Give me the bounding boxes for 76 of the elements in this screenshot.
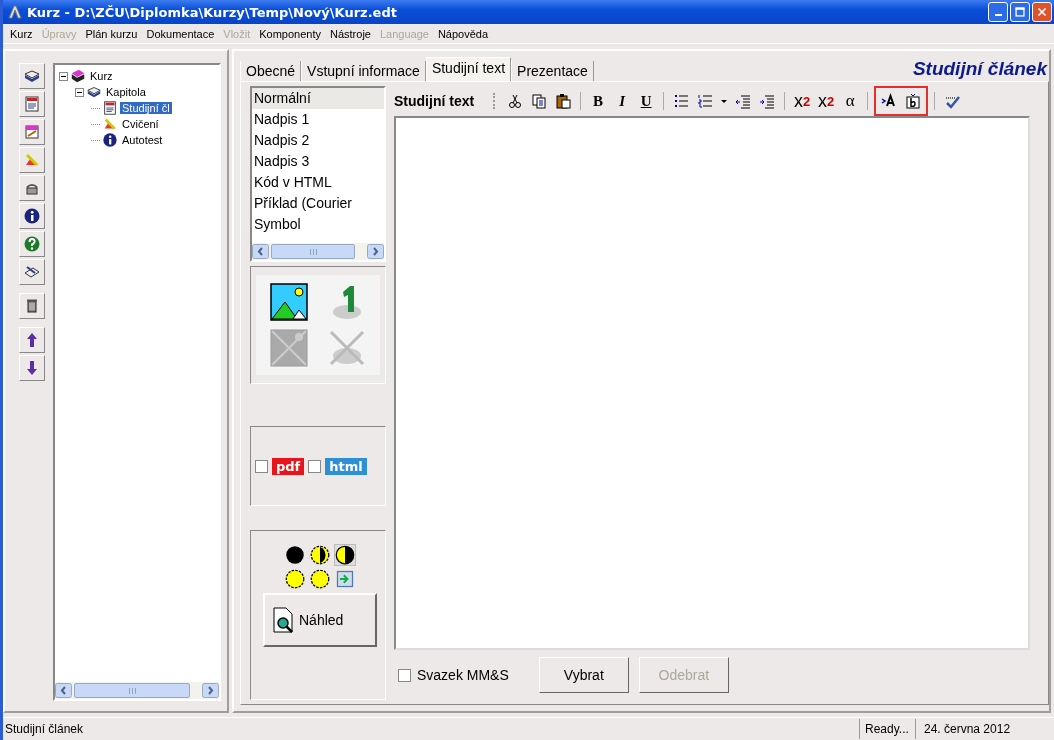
menu-item[interactable]: Kurz [6, 27, 38, 40]
style-item[interactable]: Symbol [252, 214, 384, 235]
help-icon[interactable] [19, 231, 45, 257]
preview-button[interactable]: Náhled [263, 593, 377, 647]
checkbox[interactable] [398, 668, 411, 682]
format-label: html [325, 457, 367, 475]
document-icon [102, 100, 118, 116]
menu-item[interactable]: Komponenty [255, 27, 326, 40]
info-icon [102, 132, 118, 148]
tree-item[interactable]: Autotest [120, 134, 165, 146]
format-label: pdf [272, 457, 305, 475]
page-heading: Studijní článek [912, 58, 1049, 81]
half-circle-icon[interactable] [335, 545, 355, 565]
circle-icon[interactable] [310, 569, 330, 589]
preview-icon [271, 607, 295, 633]
collapse-icon[interactable] [59, 71, 68, 81]
circle-icon[interactable] [285, 569, 305, 589]
tree-item[interactable]: Cvičení [120, 118, 161, 130]
trash-icon[interactable] [19, 293, 45, 319]
filled-circle-icon[interactable] [285, 545, 305, 565]
pencil-icon [102, 116, 118, 132]
menu-item[interactable]: Plán kurzu [81, 27, 143, 40]
horizontal-scrollbar[interactable] [55, 682, 219, 699]
tree-item[interactable]: Kurz [88, 70, 115, 82]
tab[interactable]: Studijní text [425, 57, 512, 81]
tab[interactable]: Vstupní informace [301, 61, 426, 81]
style-item[interactable]: Kód v HTML [252, 172, 384, 193]
menu-item[interactable]: Dokumentace [142, 27, 220, 40]
checkbox-label: Svazek MM&S [417, 667, 509, 683]
checkbox[interactable] [308, 459, 322, 473]
menu-item[interactable]: Nápověda [433, 27, 494, 40]
maximize-icon [1013, 5, 1027, 19]
style-item[interactable]: Normální [252, 88, 384, 109]
page-icon[interactable] [19, 91, 45, 117]
calendar-icon[interactable] [19, 119, 45, 145]
push-button[interactable]: Vybrat [538, 657, 629, 693]
close-icon [1035, 5, 1049, 19]
style-item[interactable]: Příklad (Courier [252, 193, 384, 214]
format-button[interactable]: B [587, 90, 610, 112]
remove-number-icon [327, 328, 367, 368]
tree-item[interactable]: Studijní čl [120, 102, 172, 114]
book-icon [86, 84, 102, 100]
books-icon [70, 68, 86, 84]
scroll-right-icon[interactable] [367, 244, 384, 259]
maximize-button[interactable] [1010, 2, 1030, 22]
checkbox[interactable] [255, 459, 268, 473]
window-title: Kurz - D:\ZČU\Diplomka\Kurzy\Temp\Nový\Kurz.edt [27, 4, 398, 20]
menu-item[interactable]: Nástroje [326, 27, 376, 40]
scroll-right-icon[interactable] [202, 683, 219, 698]
minimize-icon [994, 14, 1002, 16]
half-circle-icon[interactable] [310, 545, 330, 565]
insert-image-icon[interactable] [269, 282, 309, 322]
app-icon [7, 4, 23, 20]
scroll-left-icon[interactable] [55, 683, 72, 698]
book-icon[interactable] [19, 63, 45, 89]
style-item[interactable]: Nadpis 3 [252, 151, 384, 172]
horizontal-scrollbar[interactable] [252, 243, 384, 260]
collapse-icon[interactable] [75, 87, 84, 97]
pencil-icon[interactable] [19, 147, 45, 173]
tab[interactable]: Obecné [240, 61, 302, 81]
remove-image-icon [269, 328, 309, 368]
format-button[interactable]: α [839, 90, 862, 112]
status-date: 24. června 2012 [923, 722, 1012, 736]
close-button[interactable] [1032, 2, 1052, 22]
style-item[interactable]: Nadpis 2 [252, 130, 384, 151]
style-item[interactable]: Nadpis 1 [252, 109, 384, 130]
status-state: Ready... [859, 719, 916, 739]
tab[interactable]: Prezentace [511, 61, 594, 81]
format-button[interactable]: U [635, 90, 658, 112]
tree-item[interactable]: Kapitola [104, 86, 148, 98]
status-text: Studijní článek [4, 722, 85, 736]
scroll-left-icon[interactable] [252, 244, 269, 259]
editor-label: Studijní text [394, 93, 475, 109]
minimize-button[interactable] [988, 2, 1008, 22]
format-button[interactable]: I [611, 90, 634, 112]
info-icon[interactable] [19, 203, 45, 229]
